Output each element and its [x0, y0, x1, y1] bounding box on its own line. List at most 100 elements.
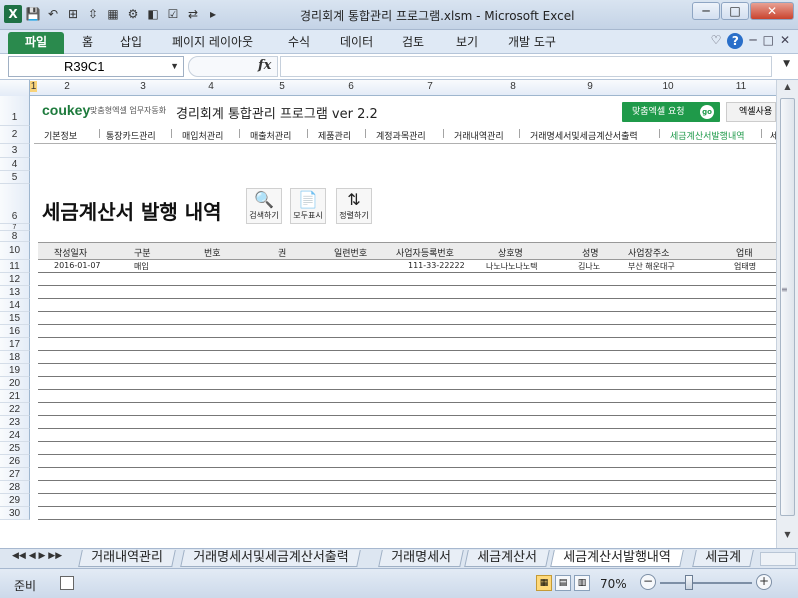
table-row[interactable] — [38, 507, 776, 520]
row-header-14[interactable]: 14 — [0, 299, 30, 312]
sheet-tab[interactable]: 거래명세서및세금계산서출력 — [180, 550, 362, 567]
macro-record-icon[interactable] — [60, 576, 74, 590]
formula-input[interactable] — [280, 56, 772, 77]
row-header-29[interactable]: 29 — [0, 494, 30, 507]
table-row[interactable] — [38, 442, 776, 455]
row-header-27[interactable]: 27 — [0, 468, 30, 481]
nav-purchase-vendors[interactable]: 매입처관리 — [182, 129, 223, 142]
excel-logo-icon[interactable]: X — [4, 5, 22, 23]
nav-sales-vendors[interactable]: 매출처관리 — [250, 129, 291, 142]
row-header-18[interactable]: 18 — [0, 351, 30, 364]
expand-formula-bar-icon[interactable]: ▼ — [783, 59, 790, 69]
row-header-5[interactable]: 5 — [0, 171, 30, 184]
close-button[interactable]: ✕ — [750, 2, 794, 20]
column-header-10[interactable]: 10 — [630, 81, 706, 92]
row-header-11[interactable]: 11 — [0, 260, 30, 273]
nav-invoice-history[interactable]: 세금계산서발행내역 — [670, 129, 745, 142]
save-icon[interactable]: 💾 — [24, 5, 42, 23]
settings-icon[interactable]: ⚙ — [124, 5, 142, 23]
nav-products[interactable]: 제품관리 — [318, 129, 351, 142]
column-header-7[interactable]: 7 — [384, 81, 476, 92]
table-row[interactable] — [38, 338, 776, 351]
column-header-9[interactable]: 9 — [550, 81, 630, 92]
row-header-8[interactable]: 8 — [0, 231, 30, 242]
row-header-16[interactable]: 16 — [0, 325, 30, 338]
sheet-tab[interactable]: 세금계 — [692, 550, 754, 567]
tab-view[interactable]: 보기 — [448, 32, 486, 54]
scroll-up-icon[interactable]: ▲ — [780, 82, 795, 96]
checkbox-icon[interactable]: ☑ — [164, 5, 182, 23]
zoom-level[interactable]: 70% — [600, 577, 627, 591]
tab-page-layout[interactable]: 페이지 레이아웃 — [164, 32, 261, 54]
page-break-view-icon[interactable]: ▥ — [574, 575, 590, 591]
tab-review[interactable]: 검토 — [394, 32, 432, 54]
table-row[interactable] — [38, 416, 776, 429]
tab-developer[interactable]: 개발 도구 — [500, 32, 564, 54]
row-header-17[interactable]: 17 — [0, 338, 30, 351]
table-row[interactable] — [38, 351, 776, 364]
search-button[interactable]: 🔍 검색하기 — [246, 188, 282, 224]
row-header-10[interactable]: 10 — [0, 242, 30, 260]
tab-formulas[interactable]: 수식 — [280, 32, 318, 54]
table-row[interactable] — [38, 468, 776, 481]
table-row[interactable] — [38, 390, 776, 403]
table-row[interactable] — [38, 429, 776, 442]
page-layout-view-icon[interactable]: ▤ — [555, 575, 571, 591]
row-header-3[interactable]: 3 — [0, 144, 30, 158]
table-row[interactable] — [38, 286, 776, 299]
sheet-tab[interactable]: 거래내역관리 — [78, 550, 176, 567]
column-header-3[interactable]: 3 — [106, 81, 180, 92]
swap-icon[interactable]: ⇄ — [184, 5, 202, 23]
row-header-1[interactable]: 1 — [0, 96, 30, 126]
sort-icon[interactable]: ⇳ — [84, 5, 102, 23]
row-header-13[interactable]: 13 — [0, 286, 30, 299]
minimize-button[interactable]: ─ — [692, 2, 720, 20]
nav-accounts[interactable]: 계정과목관리 — [376, 129, 426, 142]
row-header-7[interactable]: 7 — [0, 224, 30, 231]
sheet-tab-active[interactable]: 세금계산서발행내역 — [550, 550, 684, 567]
layout-icon[interactable]: ◧ — [144, 5, 162, 23]
sheet-tab[interactable]: 세금계산서 — [464, 550, 550, 567]
row-header-28[interactable]: 28 — [0, 481, 30, 494]
nav-bank-card[interactable]: 통장카드관리 — [106, 129, 156, 142]
table-row[interactable] — [38, 403, 776, 416]
maximize-button[interactable]: □ — [721, 2, 749, 20]
row-header-12[interactable]: 12 — [0, 273, 30, 286]
table-row[interactable] — [38, 377, 776, 390]
column-header-4[interactable]: 4 — [178, 81, 244, 92]
column-header-8[interactable]: 8 — [476, 81, 550, 92]
row-header-25[interactable]: 25 — [0, 442, 30, 455]
vertical-scrollbar[interactable]: ▲ ≡ ▼ — [776, 80, 798, 548]
scroll-down-icon[interactable]: ▼ — [780, 530, 795, 544]
tab-file[interactable]: 파일 — [8, 32, 64, 54]
name-box[interactable]: R39C1 ▼ — [8, 56, 184, 77]
column-header-6[interactable]: 6 — [318, 81, 384, 92]
row-header-15[interactable]: 15 — [0, 312, 30, 325]
column-header-5[interactable]: 5 — [246, 81, 318, 92]
sort-button[interactable]: ⇅ 정렬하기 — [336, 188, 372, 224]
row-header-2[interactable]: 2 — [0, 126, 30, 144]
tab-home[interactable]: 홈 — [74, 32, 101, 54]
row-header-24[interactable]: 24 — [0, 429, 30, 442]
row-header-6[interactable]: 6 — [0, 184, 30, 224]
select-all-corner[interactable] — [0, 80, 30, 96]
undo-icon[interactable]: ↶ — [44, 5, 62, 23]
table-icon[interactable]: ▦ — [104, 5, 122, 23]
show-all-button[interactable]: 📄 모두표시 — [290, 188, 326, 224]
horizontal-scrollbar[interactable] — [760, 552, 796, 566]
table-row[interactable] — [38, 481, 776, 494]
sheet-nav-arrows-icon[interactable]: ◀◀ ◀ ▶ ▶▶ — [12, 551, 62, 561]
excel-usage-button[interactable]: 엑셀사용 — [726, 102, 776, 122]
workbook-close-icon[interactable]: ✕ — [780, 33, 790, 49]
tab-data[interactable]: 데이터 — [332, 32, 381, 54]
insert-function-icon[interactable]: fx — [258, 58, 271, 73]
scrollbar-thumb[interactable] — [780, 98, 795, 516]
table-row[interactable] — [38, 273, 776, 286]
zoom-in-icon[interactable]: + — [756, 574, 772, 590]
sheet-tab[interactable]: 거래명세서 — [378, 550, 464, 567]
row-header-19[interactable]: 19 — [0, 364, 30, 377]
nav-transactions[interactable]: 거래내역관리 — [454, 129, 504, 142]
row-header-21[interactable]: 21 — [0, 390, 30, 403]
row-header-4[interactable]: 4 — [0, 158, 30, 171]
table-row[interactable]: 2016-01-07 매입 111-33-22222 나노나노나노텍 김나노 부산 해운대… — [38, 260, 776, 273]
